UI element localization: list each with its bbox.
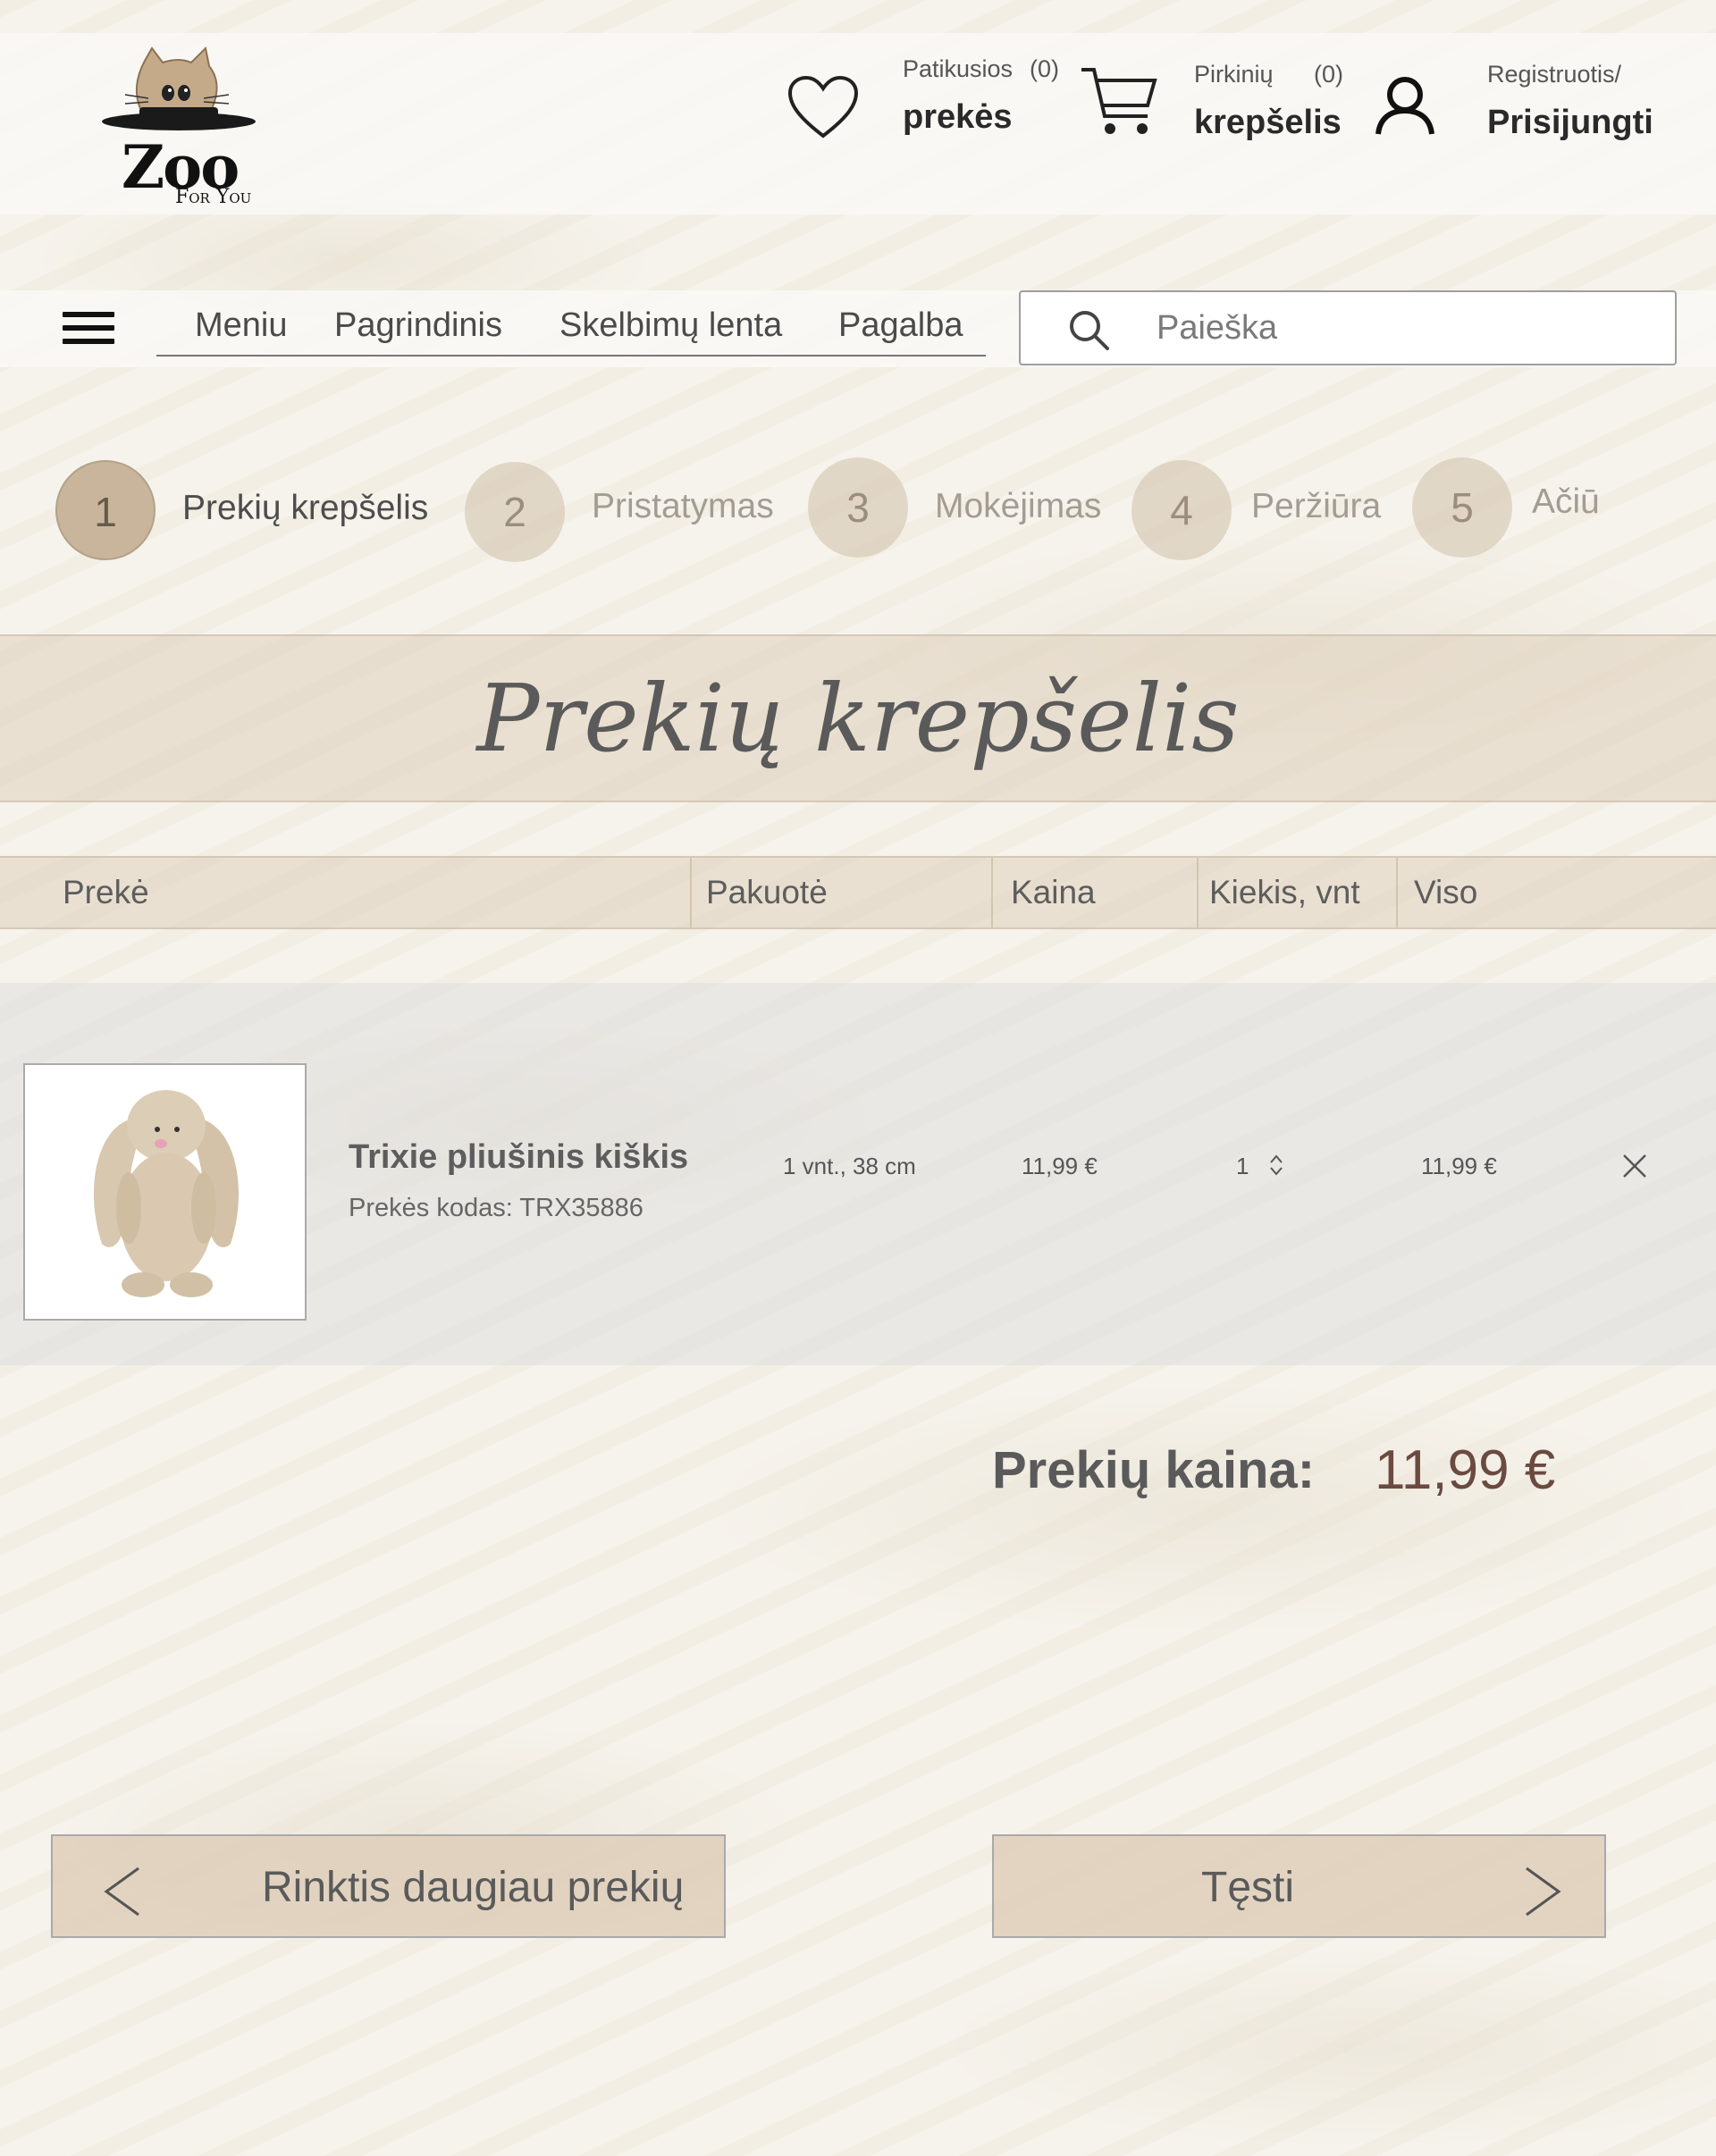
column-header-preke: Prekė	[63, 874, 149, 910]
step-2-label: Pristatymas	[592, 487, 774, 525]
heart-icon[interactable]	[786, 75, 860, 143]
quantity-stepper-icon[interactable]	[1267, 1152, 1285, 1179]
logo-subtext: For You	[175, 186, 252, 208]
product-name[interactable]: Trixie pliušinis kiškis	[349, 1138, 688, 1177]
cart-icon[interactable]	[1080, 64, 1158, 145]
continue-label: Tęsti	[1201, 1864, 1295, 1911]
search-box	[1019, 290, 1677, 365]
step-3-circle: 3	[808, 457, 908, 558]
search-icon[interactable]	[1067, 308, 1110, 355]
title-band: Prekių krepšelis	[0, 634, 1716, 802]
login-link[interactable]: Prisijungti	[1487, 104, 1653, 142]
column-header-pakuote: Pakuotė	[690, 858, 991, 927]
search-input[interactable]	[1157, 303, 1657, 353]
product-total: 11,99 €	[1421, 1153, 1497, 1179]
nav-item-pagrindinis[interactable]: Pagrindinis	[334, 306, 502, 345]
column-header-kiekis: Kiekis, vnt	[1197, 858, 1396, 927]
total-label: Prekių kaina:	[992, 1441, 1316, 1499]
column-header-kaina: Kaina	[991, 858, 1197, 927]
table-header: Prekė Pakuotė Kaina Kiekis, vnt Viso	[0, 856, 1716, 929]
product-price: 11,99 €	[1022, 1153, 1098, 1179]
step-5-label: Ačiū	[1532, 482, 1600, 521]
quantity-value[interactable]: 1	[1236, 1153, 1249, 1180]
site-logo[interactable]: Zoo For You	[98, 43, 259, 213]
step-1-label: Prekių krepšelis	[182, 489, 429, 527]
product-image[interactable]	[23, 1063, 307, 1321]
product-package: 1 vnt., 38 cm	[783, 1153, 916, 1179]
step-3-label: Mokėjimas	[935, 487, 1102, 525]
nav-underline	[156, 355, 986, 357]
remove-item-close-icon[interactable]	[1621, 1153, 1648, 1179]
step-4-circle: 4	[1131, 460, 1232, 560]
nav-item-skelbimu-lenta[interactable]: Skelbimų lenta	[559, 306, 782, 345]
chevron-left-icon	[103, 1867, 142, 1920]
favorites-label[interactable]: Patikusios	[903, 55, 1013, 83]
cart-count: (0)	[1314, 61, 1343, 88]
register-link[interactable]: Registruotis/	[1487, 61, 1621, 88]
step-4-label: Peržiūra	[1251, 487, 1382, 525]
cart-link[interactable]: krepšelis	[1194, 104, 1342, 142]
plush-bunny-image	[93, 1090, 240, 1297]
hamburger-menu-icon[interactable]	[63, 312, 114, 348]
column-header-viso: Viso	[1396, 858, 1716, 927]
favorites-link[interactable]: prekės	[903, 98, 1013, 137]
product-code: Prekės kodas: TRX35886	[349, 1194, 644, 1222]
step-2-circle: 2	[465, 462, 565, 562]
step-1-circle: 1	[55, 460, 156, 560]
page-title: Prekių krepšelis	[476, 664, 1240, 773]
cart-label[interactable]: Pirkinių	[1194, 61, 1274, 88]
user-icon[interactable]	[1373, 75, 1437, 141]
continue-shopping-label: Rinktis daugiau prekių	[262, 1864, 685, 1911]
favorites-count: (0)	[1030, 55, 1059, 82]
continue-shopping-button[interactable]: Rinktis daugiau prekių	[51, 1834, 726, 1938]
chevron-right-icon	[1523, 1867, 1562, 1920]
total-value: 11,99 €	[1375, 1439, 1556, 1501]
step-5-circle: 5	[1412, 457, 1512, 558]
nav-item-meniu[interactable]: Meniu	[195, 306, 288, 345]
continue-button[interactable]: Tęsti	[992, 1834, 1606, 1938]
nav-item-pagalba[interactable]: Pagalba	[838, 306, 963, 345]
